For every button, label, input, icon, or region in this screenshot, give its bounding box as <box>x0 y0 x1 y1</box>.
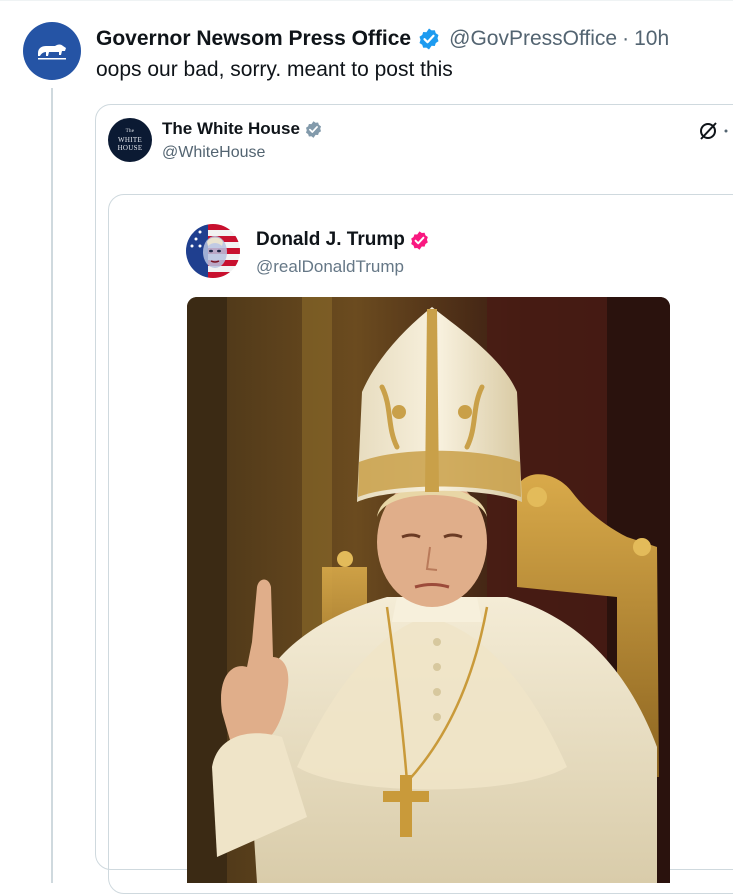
tweet-text: oops our bad, sorry. meant to post this <box>96 58 453 81</box>
grok-icon[interactable] <box>698 118 728 144</box>
timestamp[interactable]: 10h <box>634 27 669 51</box>
nested-author-handle[interactable]: @realDonaldTrump <box>256 257 404 277</box>
white-house-logo[interactable]: The WHITE HOUSE <box>108 118 152 162</box>
avatar[interactable] <box>23 22 81 80</box>
nested-author-name[interactable]: Donald J. Trump <box>256 229 405 251</box>
separator-dot: · <box>622 27 630 50</box>
tweet-header: Governor Newsom Press Office @GovPressOf… <box>96 24 669 54</box>
nested-author: Donald J. Trump <box>256 229 430 251</box>
top-divider <box>0 0 733 1</box>
papal-portrait-image <box>187 297 670 883</box>
verified-badge-icon <box>419 28 439 50</box>
more-dot-icon <box>724 129 728 133</box>
flag-portrait-avatar[interactable] <box>186 224 240 278</box>
verified-badge-icon <box>411 230 428 250</box>
thread-connector-line <box>51 88 53 883</box>
verified-badge-icon <box>305 120 321 138</box>
quoted-author: The White House <box>162 119 323 139</box>
quoted-author-handle[interactable]: @WhiteHouse <box>162 144 265 162</box>
author-name[interactable]: Governor Newsom Press Office <box>96 27 411 51</box>
bear-icon <box>38 44 66 60</box>
quoted-author-name[interactable]: The White House <box>162 119 300 139</box>
author-handle[interactable]: @GovPressOffice <box>449 27 617 51</box>
post-image[interactable] <box>187 297 670 883</box>
